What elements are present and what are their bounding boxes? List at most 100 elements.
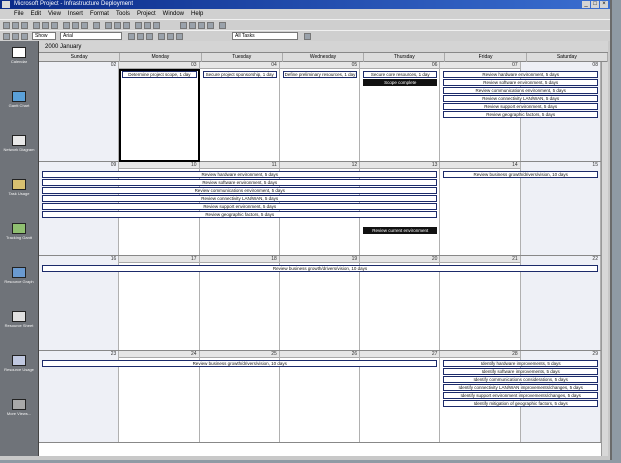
task-bar[interactable]: Review hardware environment, 5 days	[42, 171, 438, 178]
task-bar[interactable]: Review geographic factors, 5 days	[443, 111, 598, 118]
task-bar[interactable]: Identify mitigation of geographic factor…	[443, 400, 598, 407]
menu-edit[interactable]: Edit	[31, 9, 41, 19]
outdent-icon[interactable]	[3, 33, 10, 40]
cut-icon[interactable]	[63, 22, 70, 29]
task-bar[interactable]: Define preliminary resources, 1 day	[282, 71, 358, 78]
paste-icon[interactable]	[81, 22, 88, 29]
day-number: 17	[191, 256, 197, 262]
task-bar[interactable]: Identify connectivity LAN/WAN improvemen…	[443, 384, 598, 391]
open-icon[interactable]	[12, 22, 19, 29]
view-icon	[12, 267, 26, 278]
filter-dropdown[interactable]: All Tasks	[232, 32, 298, 40]
view-label: Resource Sheet	[4, 323, 34, 328]
view-tracking-gantt[interactable]: Tracking Gantt	[3, 223, 35, 240]
italic-icon[interactable]	[137, 33, 144, 40]
app-icon[interactable]	[2, 1, 10, 8]
task-bar[interactable]: Review hardware environment, 5 days	[443, 71, 598, 78]
menu-insert[interactable]: Insert	[68, 9, 83, 19]
weekday-sunday: Sunday	[39, 53, 121, 62]
title-bar: Microsoft Project - Infrastructure Deplo…	[0, 0, 610, 9]
bold-icon[interactable]	[128, 33, 135, 40]
day-number: 12	[351, 162, 358, 168]
day-number: 25	[271, 351, 277, 357]
task-bar[interactable]: Identify support environment improvement…	[443, 392, 598, 399]
font-dropdown[interactable]: Arial	[60, 32, 122, 40]
task-bar[interactable]: Review support environment, 5 days	[42, 203, 438, 210]
task-bar[interactable]: Review communications environment, 5 day…	[443, 87, 598, 94]
print-icon[interactable]	[33, 22, 40, 29]
undo-icon[interactable]	[93, 22, 100, 29]
task-bar[interactable]: Secure project sponsorship, 1 day	[202, 71, 277, 78]
print-preview-icon[interactable]	[42, 22, 49, 29]
vertical-scrollbar[interactable]	[601, 62, 608, 460]
task-notes-icon[interactable]	[144, 22, 151, 29]
calendar-week: 23 24 25 26 27 28 29 Review business growth/dri…	[39, 351, 601, 443]
autofilter-icon[interactable]	[304, 33, 311, 40]
day-number: 14	[512, 162, 518, 168]
view-resource-graph[interactable]: Resource Graph	[3, 267, 35, 284]
task-bar[interactable]: Review connectivity LAN/WAN, 5 days	[42, 195, 438, 202]
help-icon[interactable]	[219, 22, 226, 29]
show-dropdown[interactable]: Show	[32, 32, 56, 40]
unlink-tasks-icon[interactable]	[114, 22, 121, 29]
menu-tools[interactable]: Tools	[116, 9, 130, 19]
selected-day-cell[interactable]	[119, 69, 200, 162]
align-right-icon[interactable]	[176, 33, 183, 40]
menu-format[interactable]: Format	[90, 9, 109, 19]
view-gantt-chart[interactable]: Gantt Chart	[3, 91, 35, 108]
view-more-views[interactable]: More Views...	[3, 399, 35, 416]
task-bar[interactable]: Identify software improvements, 5 days	[443, 368, 598, 375]
task-bar[interactable]: Review support environment, 5 days	[443, 103, 598, 110]
task-bar[interactable]: Review software environment, 5 days	[443, 79, 598, 86]
menu-window[interactable]: Window	[163, 9, 184, 19]
indent-icon[interactable]	[12, 33, 19, 40]
align-center-icon[interactable]	[167, 33, 174, 40]
menu-view[interactable]: View	[48, 9, 61, 19]
task-bar[interactable]: Review business growth/drivers/vision, 1…	[42, 265, 598, 272]
goto-task-icon[interactable]	[198, 22, 205, 29]
zoom-out-icon[interactable]	[189, 22, 196, 29]
close-button[interactable]: ×	[600, 1, 608, 8]
task-bar[interactable]: Review business growth/drivers/vision, 1…	[443, 171, 598, 178]
view-icon	[12, 47, 26, 58]
align-left-icon[interactable]	[158, 33, 165, 40]
copy-icon[interactable]	[72, 22, 79, 29]
menu-file[interactable]: File	[14, 9, 24, 19]
view-resource-usage[interactable]: Resource Usage	[3, 355, 35, 372]
copy-picture-icon[interactable]	[207, 22, 214, 29]
zoom-in-icon[interactable]	[180, 22, 187, 29]
maximize-button[interactable]: □	[591, 1, 599, 8]
view-resource-sheet[interactable]: Resource Sheet	[3, 311, 35, 328]
day-number: 23	[110, 351, 117, 357]
assign-resources-icon[interactable]	[153, 22, 160, 29]
milestone-bar[interactable]: Scope complete	[363, 79, 438, 86]
task-bar[interactable]: Review business growth/drivers/vision, 1…	[42, 360, 438, 367]
task-bar[interactable]: Identify communications considerations, …	[443, 376, 598, 383]
menu-help[interactable]: Help	[191, 9, 203, 19]
task-bar[interactable]: Review geographic factors, 5 days	[42, 211, 438, 218]
menu-project[interactable]: Project	[137, 9, 156, 19]
view-label: Gantt Chart	[8, 103, 30, 108]
underline-icon[interactable]	[146, 33, 153, 40]
task-bar[interactable]: Secure core resources, 1 day	[363, 71, 438, 78]
task-bar[interactable]: Identify hardware improvements, 5 days	[443, 360, 598, 367]
task-bar[interactable]: Review connectivity LAN/WAN, 5 days	[443, 95, 598, 102]
task-bar[interactable]: Review software environment, 5 days	[42, 179, 438, 186]
minimize-button[interactable]: _	[582, 1, 590, 8]
split-task-icon[interactable]	[123, 22, 130, 29]
spelling-icon[interactable]	[51, 22, 58, 29]
milestone-bar[interactable]: Review current environment	[363, 227, 438, 234]
task-info-icon[interactable]	[135, 22, 142, 29]
new-icon[interactable]	[3, 22, 10, 29]
day-cell[interactable]: 02	[39, 62, 120, 161]
view-task-usage[interactable]: Task Usage	[3, 179, 35, 196]
view-icon	[12, 179, 26, 190]
task-bar[interactable]: Review communications environment, 5 day…	[42, 187, 438, 194]
view-network-diagram[interactable]: Network Diagram	[3, 135, 35, 152]
show-subtasks-icon[interactable]	[21, 33, 28, 40]
calendar-week: 16 17 18 19 20 21 22 Review business growth/dri…	[39, 256, 601, 351]
view-calendar[interactable]: Calendar	[3, 47, 35, 64]
save-icon[interactable]	[21, 22, 28, 29]
day-number: 24	[191, 351, 197, 357]
link-tasks-icon[interactable]	[105, 22, 112, 29]
